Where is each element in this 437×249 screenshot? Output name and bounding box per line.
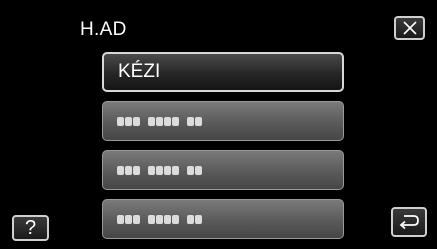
close-button[interactable] xyxy=(394,16,425,40)
menu-item-option-4[interactable] xyxy=(102,199,344,239)
obscured-label xyxy=(117,116,202,126)
obscured-label xyxy=(117,165,202,175)
obscured-label xyxy=(117,214,202,224)
menu-item-option-3[interactable] xyxy=(102,150,344,190)
menu-item-label: KÉZI xyxy=(118,61,161,82)
close-icon xyxy=(402,21,417,35)
help-button[interactable]: ? xyxy=(12,215,49,241)
menu-item-manual[interactable]: KÉZI xyxy=(102,52,344,92)
return-icon xyxy=(399,215,419,230)
screen: H.AD KÉZI ? xyxy=(0,0,437,249)
back-button[interactable] xyxy=(391,207,427,237)
help-label: ? xyxy=(24,217,37,239)
menu-item-option-2[interactable] xyxy=(102,101,344,141)
page-title: H.AD xyxy=(80,19,127,40)
